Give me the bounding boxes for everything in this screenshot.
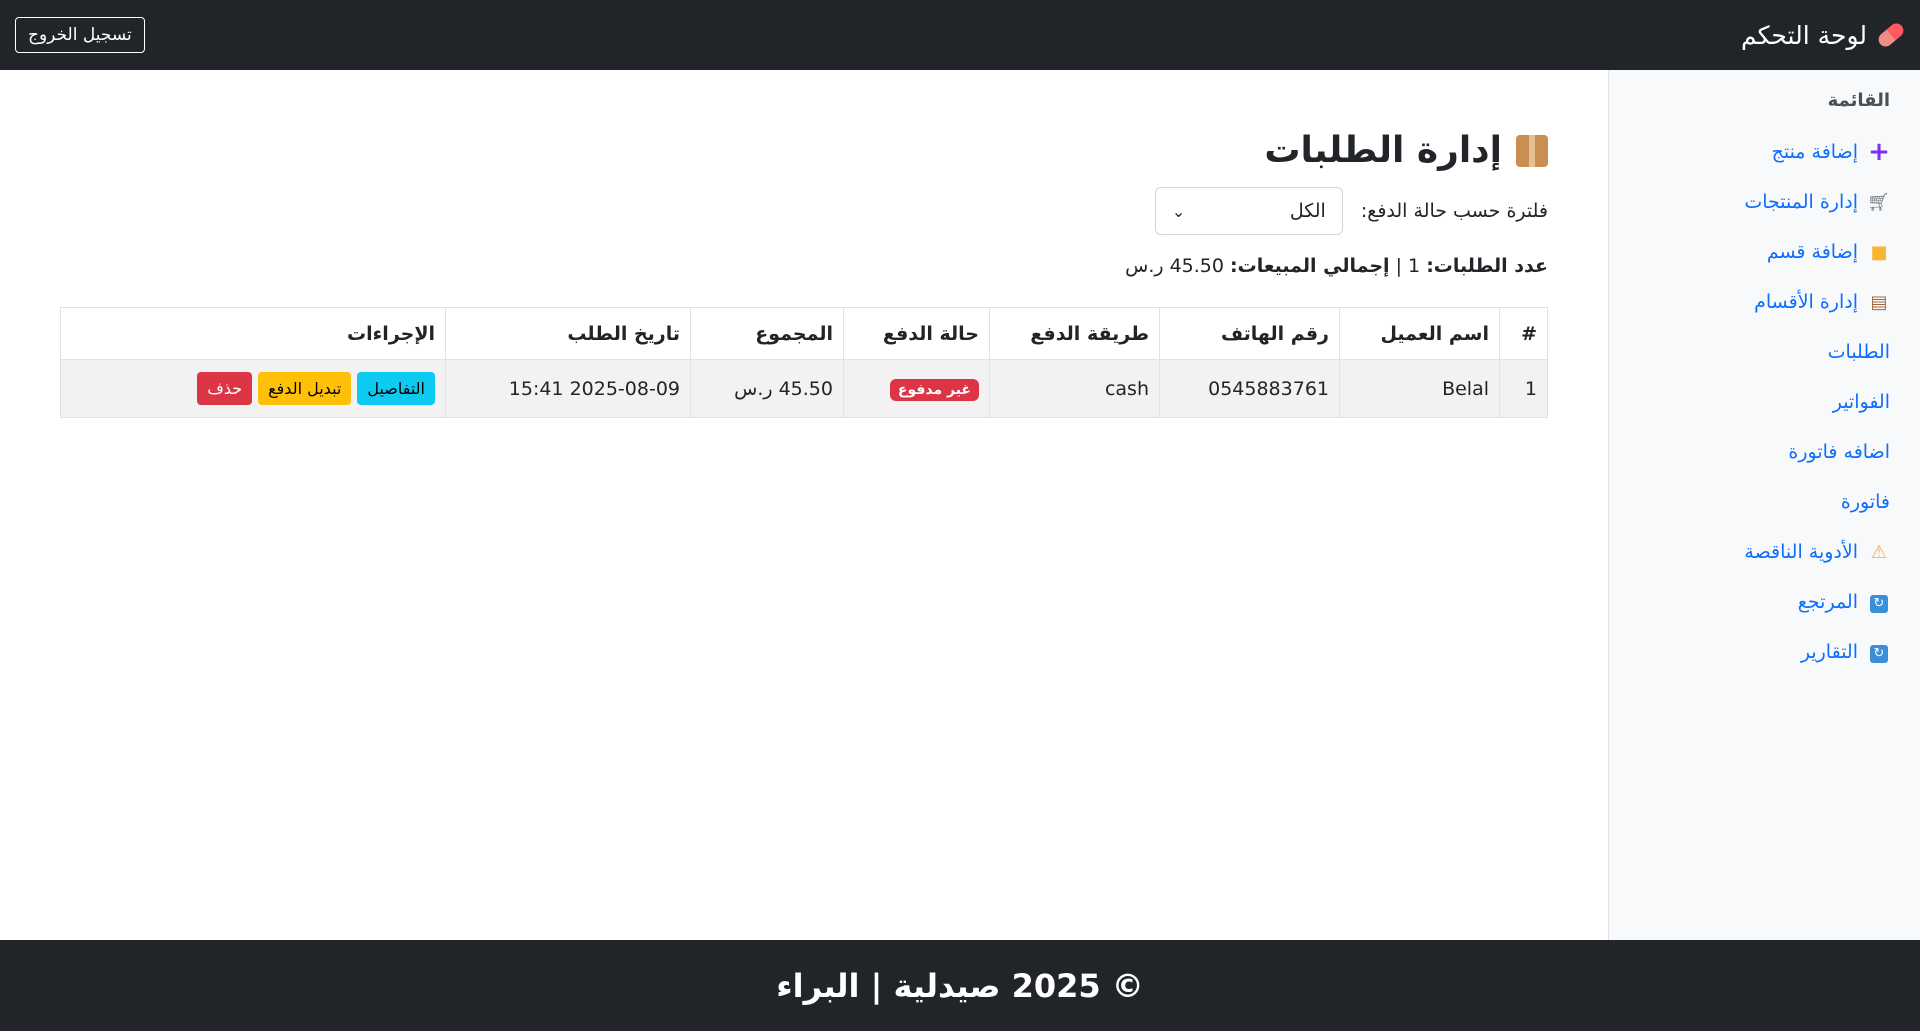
sidebar-item-add-product[interactable]: + إضافة منتج [1629,127,1890,177]
cart-icon: 🛒︎ [1867,191,1890,213]
refresh-icon: ↻ [1868,591,1890,613]
brand-title: لوحة التحكم [1740,20,1867,50]
column-header: طريقة الدفع [989,307,1160,360]
sidebar-item-label: الفواتير [1832,391,1890,413]
sidebar-item-add-invoice[interactable]: اضافه فاتورة [1629,427,1890,477]
sidebar-item-label: فاتورة [1840,491,1890,513]
filter-label: فلترة حسب حالة الدفع: [1360,200,1548,222]
sidebar-item-reports[interactable]: ↻ التقارير [1629,627,1890,677]
folder-icon: ■ [1870,241,1888,263]
plus-icon: + [1868,137,1890,167]
sidebar-item-manage-products[interactable]: 🛒︎ إدارة المنتجات [1629,177,1890,227]
column-header: حالة الدفع [843,307,990,360]
orders-count-label: عدد الطلبات: [1426,255,1548,277]
cell-actions: التفاصيل تبديل الدفع حذف [60,359,446,418]
sales-total: 45.50 ر.س [1125,255,1224,277]
column-header: المجموع [690,307,844,360]
sidebar-menu: + إضافة منتج 🛒︎ إدارة المنتجات ■ إضافة ق… [1629,127,1890,677]
sidebar-item-label: إدارة الأقسام [1754,291,1858,313]
warning-icon: ⚠ [1870,541,1888,563]
clipboard-icon: ▤ [1870,291,1888,313]
sidebar: القائمة + إضافة منتج 🛒︎ إدارة المنتجات ■… [1608,70,1920,940]
cell-customer: Belal [1339,359,1500,418]
pill-icon [1875,20,1907,50]
column-header: الإجراءات [60,307,446,360]
sidebar-item-orders[interactable]: الطلبات [1629,327,1890,377]
select-value: الكل [1289,200,1326,222]
main-content: إدارة الطلبات فلترة حسب حالة الدفع: الكل… [0,70,1608,940]
details-button[interactable]: التفاصيل [357,372,435,405]
sidebar-item-label: إدارة المنتجات [1744,191,1858,213]
sidebar-title: القائمة [1827,90,1890,111]
refresh-icon: ↻ [1868,641,1890,663]
top-navbar: لوحة التحكم تسجيل الخروج [0,0,1920,70]
brand[interactable]: لوحة التحكم [1740,20,1907,50]
cell-payment-status: غير مدفوع [843,359,990,418]
orders-count: 1 [1408,255,1421,277]
cell-phone: 0545883761 [1159,359,1340,418]
sidebar-item-label: المرتجع [1797,591,1858,613]
toggle-payment-button[interactable]: تبديل الدفع [258,372,352,405]
payment-status-select[interactable]: الكل ⌄ [1154,187,1343,235]
column-header: رقم الهاتف [1159,307,1340,360]
delete-button[interactable]: حذف [197,372,253,405]
footer-text: © 2025 صيدلية | البراء [776,966,1144,1005]
package-icon [1516,134,1548,167]
sidebar-item-label: الطلبات [1827,341,1890,363]
sidebar-item-label: إضافة قسم [1766,241,1858,263]
row-actions: التفاصيل تبديل الدفع حذف [71,372,435,405]
page-title: إدارة الطلبات [60,130,1548,171]
column-header: اسم العميل [1339,307,1500,360]
footer: © 2025 صيدلية | البراء [0,940,1920,1031]
page-title-text: إدارة الطلبات [1264,130,1502,171]
sidebar-item-invoice[interactable]: فاتورة [1629,477,1890,527]
column-header: # [1499,307,1548,360]
sidebar-item-add-category[interactable]: ■ إضافة قسم [1629,227,1890,277]
payment-filter: فلترة حسب حالة الدفع: الكل ⌄ [60,187,1548,235]
table-row: 1 Belal 0545883761 cash غير مدفوع 45.50 … [60,359,1548,418]
sidebar-item-missing-medicines[interactable]: ⚠ الأدوية الناقصة [1629,527,1890,577]
sidebar-item-manage-categories[interactable]: ▤ إدارة الأقسام [1629,277,1890,327]
sidebar-item-label: اضافه فاتورة [1788,441,1890,463]
sidebar-item-label: التقارير [1800,641,1858,663]
table-header-row: # اسم العميل رقم الهاتف طريقة الدفع حالة… [60,307,1548,360]
cell-date: 2025-08-09 15:41 [445,359,691,418]
column-header: تاريخ الطلب [445,307,691,360]
cell-index: 1 [1499,359,1548,418]
orders-table: # اسم العميل رقم الهاتف طريقة الدفع حالة… [60,307,1548,418]
orders-summary: عدد الطلبات: 1 | إجمالي المبيعات: 45.50 … [60,255,1548,277]
cell-payment-method: cash [989,359,1160,418]
logout-button[interactable]: تسجيل الخروج [15,17,145,53]
status-badge: غير مدفوع [889,378,979,401]
sidebar-item-invoices[interactable]: الفواتير [1629,377,1890,427]
cell-total: 45.50 ر.س [690,359,844,418]
sidebar-item-label: إضافة منتج [1771,141,1858,163]
summary-separator: | [1395,255,1402,277]
sidebar-item-label: الأدوية الناقصة [1744,541,1858,563]
sales-total-label: إجمالي المبيعات: [1230,255,1390,277]
sidebar-item-returns[interactable]: ↻ المرتجع [1629,577,1890,627]
chevron-down-icon: ⌄ [1171,201,1186,221]
